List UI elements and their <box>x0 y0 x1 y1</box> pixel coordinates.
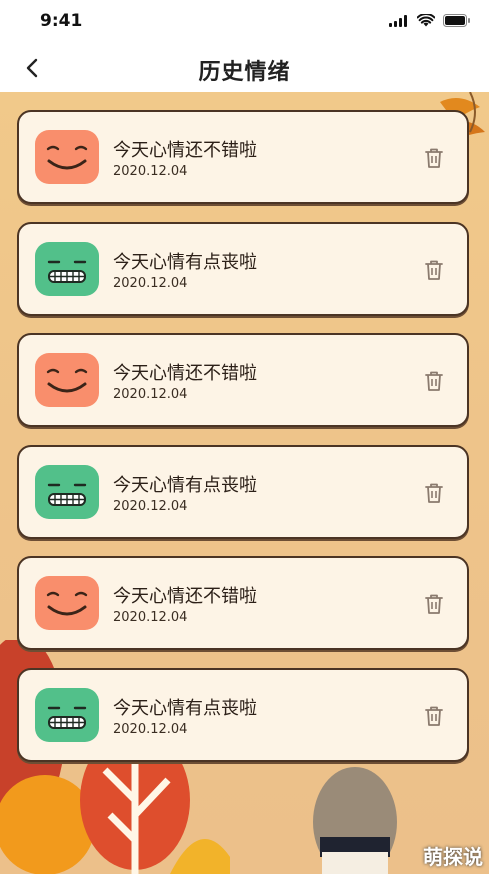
smile-face-icon <box>46 592 88 616</box>
history-list[interactable]: 今天心情还不错啦 2020.12.04 今天心情有点丧啦 2020.12.04 今天… <box>0 92 489 874</box>
mood-record-card[interactable]: 今天心情还不错啦 2020.12.04 <box>17 333 469 428</box>
happy-mood-avatar <box>35 353 99 408</box>
trash-icon <box>425 371 443 392</box>
record-date: 2020.12.04 <box>113 722 188 737</box>
record-date: 2020.12.04 <box>113 387 188 403</box>
mood-record-card[interactable]: 今天心情有点丧啦 2020.12.04 <box>17 668 469 762</box>
trash-icon <box>425 260 443 280</box>
record-title: 今天心情有点丧啦 <box>113 251 257 273</box>
trash-icon <box>425 483 443 503</box>
smile-face-icon <box>46 368 88 393</box>
record-title: 今天心情有点丧啦 <box>113 698 257 719</box>
grimace-face-icon <box>47 706 87 729</box>
record-date: 2020.12.04 <box>113 164 188 179</box>
trash-icon <box>425 148 443 168</box>
smile-face-icon <box>46 145 88 170</box>
page-title: 历史情绪 <box>198 60 291 85</box>
mood-record-card[interactable]: 今天心情还不错啦 2020.12.04 <box>17 110 469 204</box>
sad-mood-avatar <box>35 464 99 519</box>
delete-button[interactable] <box>423 146 445 170</box>
trash-icon <box>425 594 443 615</box>
delete-button[interactable] <box>423 369 445 393</box>
mood-record-card[interactable]: 今天心情还不错啦 2020.12.04 <box>17 556 469 651</box>
delete-button[interactable] <box>423 704 445 728</box>
signal-icon <box>389 14 407 27</box>
status-bar: 9:41 <box>0 0 489 44</box>
record-date: 2020.12.04 <box>113 610 188 626</box>
record-title: 今天心情还不错啦 <box>113 586 257 608</box>
mood-record-card[interactable]: 今天心情有点丧啦 2020.12.04 <box>17 221 469 316</box>
record-title: 今天心情还不错啦 <box>113 363 257 385</box>
record-title: 今天心情还不错啦 <box>113 140 257 161</box>
battery-icon <box>443 14 470 27</box>
grimace-face-icon <box>47 260 87 283</box>
grimace-face-icon <box>47 483 87 506</box>
wifi-icon <box>417 14 435 27</box>
delete-button[interactable] <box>423 258 445 282</box>
happy-mood-avatar <box>35 576 99 631</box>
mood-record-card[interactable]: 今天心情有点丧啦 2020.12.04 <box>17 444 469 539</box>
record-date: 2020.12.04 <box>113 498 188 514</box>
happy-mood-avatar <box>35 130 99 184</box>
nav-bar: 历史情绪 <box>0 44 489 92</box>
status-time: 9:41 <box>40 11 83 31</box>
record-title: 今天心情有点丧啦 <box>113 474 257 496</box>
status-icons <box>389 14 471 27</box>
delete-button[interactable] <box>423 481 445 505</box>
watermark: 萌探说 <box>423 845 483 869</box>
record-date: 2020.12.04 <box>113 275 188 291</box>
sad-mood-avatar <box>35 688 99 742</box>
delete-button[interactable] <box>423 592 445 616</box>
sad-mood-avatar <box>35 241 99 296</box>
trash-icon <box>425 706 443 726</box>
